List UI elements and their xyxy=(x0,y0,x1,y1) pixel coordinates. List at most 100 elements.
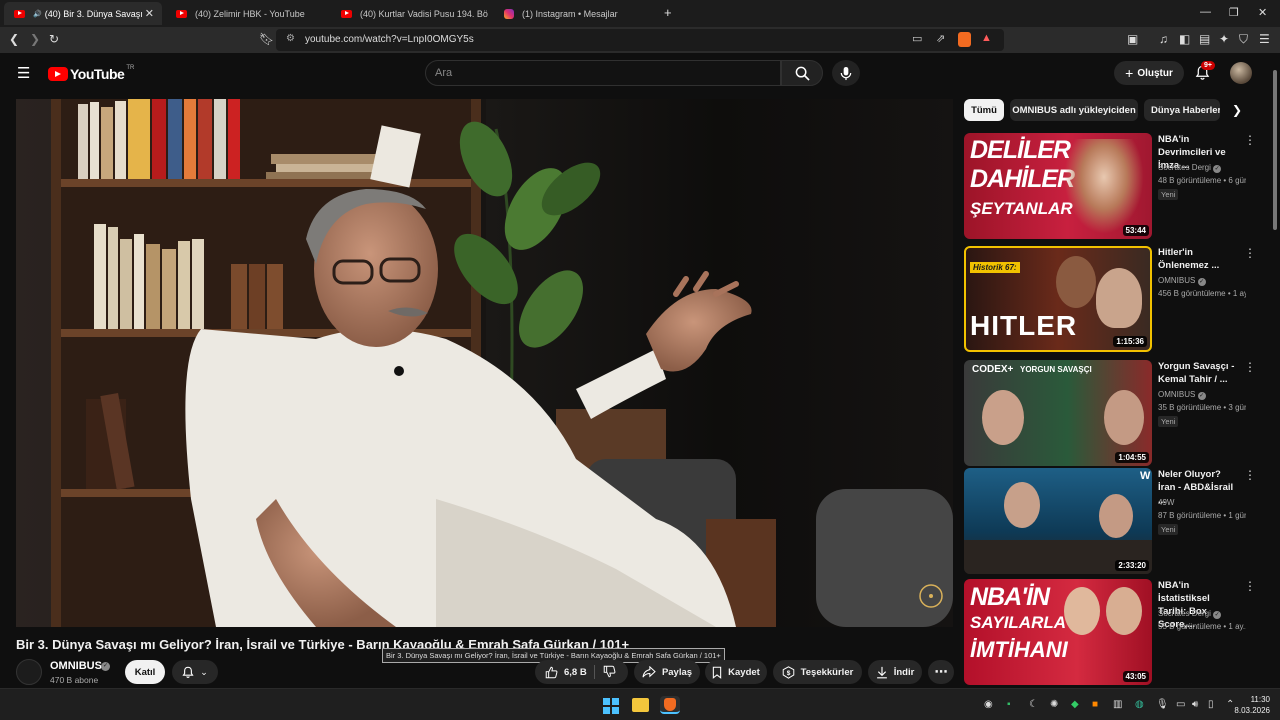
thanks-button[interactable]: $ Teşekkürler xyxy=(773,660,862,684)
youtube-favicon-icon xyxy=(341,9,352,18)
more-vertical-icon[interactable]: ⋮ xyxy=(1244,361,1256,373)
new-badge: Yeni xyxy=(1158,524,1179,535)
menu-icon[interactable]: ☰ xyxy=(1259,32,1270,46)
dislike-button[interactable] xyxy=(603,665,616,681)
forward-icon[interactable]: ❯ xyxy=(30,32,40,46)
tray-sync-icon[interactable]: ☾ xyxy=(1029,699,1038,710)
clock-date: 8.03.2026 xyxy=(1234,706,1270,715)
join-button[interactable]: Katıl xyxy=(125,660,165,684)
back-icon[interactable]: ❮ xyxy=(9,32,19,46)
recommendation-item[interactable]: DELİLER DAHİLER ŞEYTANLAR 53:44 NBA'in D… xyxy=(964,133,1256,239)
tab-close-icon[interactable]: ✕ xyxy=(145,7,154,20)
chip-from-uploader[interactable]: OMNIBUS adlı yükleyiciden xyxy=(1010,99,1138,121)
brave-rewards-icon[interactable]: ▲ xyxy=(981,32,992,44)
chip-all[interactable]: Tümü xyxy=(964,99,1004,121)
video-title[interactable]: Hitler'in Önlenemez ... xyxy=(1158,246,1236,272)
video-thumbnail[interactable]: CODEX+ YORGUN SAVAŞÇI 1:04:55 xyxy=(964,360,1152,466)
channel-name: Socrates Dergi ✓ xyxy=(1158,609,1222,619)
channel-logo-icon: W xyxy=(1140,470,1151,482)
youtube-header: ☰ YouTube TR + Oluştur 9+ xyxy=(0,53,1280,93)
tab-instagram[interactable]: (1) Instagram • Mesajlar xyxy=(494,2,656,25)
minimize-icon[interactable]: — xyxy=(1200,6,1211,18)
chevron-right-icon[interactable]: ❯ xyxy=(1232,103,1242,117)
account-avatar[interactable] xyxy=(1230,62,1252,84)
search-input[interactable] xyxy=(426,61,766,85)
new-tab-button[interactable]: + xyxy=(664,5,672,20)
site-info-icon[interactable]: ⚙︎ xyxy=(286,33,295,44)
video-title[interactable]: Yorgun Savaşçı - Kemal Tahir / ... xyxy=(1158,360,1236,386)
share-button[interactable]: Paylaş xyxy=(634,660,700,684)
video-thumbnail[interactable]: Historik 67: HITLER 1:15:36 xyxy=(964,246,1152,352)
more-vertical-icon[interactable]: ⋮ xyxy=(1244,247,1256,259)
window-close-icon[interactable]: ✕ xyxy=(1258,6,1267,19)
bell-icon xyxy=(182,666,194,678)
voice-search-button[interactable] xyxy=(832,60,860,86)
volume-icon[interactable]: 🔊︎ xyxy=(1192,699,1198,710)
tray-mic-icon[interactable]: 🎙︎ xyxy=(1156,699,1169,710)
wallet-icon[interactable]: ▤ xyxy=(1199,32,1210,46)
share-page-icon[interactable]: ⇗ xyxy=(936,32,945,45)
more-vertical-icon[interactable]: ⋮ xyxy=(1244,134,1256,146)
download-label: İndir xyxy=(893,666,915,678)
windows-start-icon[interactable] xyxy=(603,698,619,714)
save-button[interactable]: Kaydet xyxy=(705,660,767,684)
leo-ai-icon[interactable]: ✦ xyxy=(1219,32,1229,46)
create-button[interactable]: + Oluştur xyxy=(1114,61,1184,85)
thumbs-up-icon xyxy=(545,666,558,678)
scrollbar-thumb[interactable] xyxy=(1273,70,1277,230)
chip-world-news[interactable]: Dünya Haberleri xyxy=(1144,99,1220,121)
tray-globe-icon[interactable]: ◍ xyxy=(1135,699,1144,710)
video-player[interactable] xyxy=(16,99,953,627)
tray-update-icon[interactable]: ■ xyxy=(1092,699,1098,710)
channel-avatar[interactable] xyxy=(16,659,42,685)
brave-shields-icon[interactable] xyxy=(958,32,971,47)
more-actions-button[interactable]: ⋯ xyxy=(928,660,954,684)
video-thumbnail[interactable]: NBA'İN SAYILARLA İMTİHANI 43:05 xyxy=(964,579,1152,685)
recommendation-item[interactable]: Historik 67: HITLER 1:15:36 Hitler'in Ön… xyxy=(964,246,1256,352)
more-vertical-icon[interactable]: ⋮ xyxy=(1244,469,1256,481)
tray-lock-icon[interactable]: ▥ xyxy=(1113,699,1122,710)
tray-gear-icon[interactable]: ✺ xyxy=(1050,699,1058,710)
tray-security-icon[interactable]: ◆ xyxy=(1071,699,1079,710)
restore-icon[interactable]: ❐ xyxy=(1229,6,1239,19)
media-icon[interactable]: ♫ xyxy=(1159,32,1168,46)
subscription-bell-button[interactable]: ⌄ xyxy=(172,660,218,684)
bookmark-icon[interactable]: 🔖︎ xyxy=(259,32,274,46)
channel-name[interactable]: OMNIBUS xyxy=(50,660,102,672)
subscriber-count: 470 B abone xyxy=(50,675,99,685)
video-thumbnail[interactable]: 2:33:20 xyxy=(964,468,1152,574)
recommendation-item[interactable]: CODEX+ YORGUN SAVAŞÇI 1:04:55 Yorgun Sav… xyxy=(964,360,1256,466)
tab-active-video[interactable]: 🔊 (40) Bir 3. Dünya Savaşı mı Ge ✕ xyxy=(4,2,162,25)
reload-icon[interactable]: ↻ xyxy=(49,32,59,46)
youtube-play-icon xyxy=(48,67,68,81)
youtube-favicon-icon xyxy=(176,9,187,18)
file-explorer-icon[interactable] xyxy=(632,698,649,712)
reader-mode-icon[interactable]: ▣ xyxy=(1127,32,1138,46)
like-button[interactable]: 6,8 B xyxy=(545,666,587,679)
search-button[interactable] xyxy=(781,60,823,86)
duration-badge: 1:15:36 xyxy=(1113,336,1147,347)
vpn-shield-icon[interactable]: ⛉ xyxy=(1239,32,1248,46)
search-box[interactable] xyxy=(425,60,781,86)
chevron-up-icon[interactable]: ⌃ xyxy=(1226,699,1234,710)
sidebar-icon[interactable]: ◧ xyxy=(1179,32,1190,46)
youtube-logo[interactable]: YouTube TR xyxy=(48,65,134,82)
hamburger-menu-icon[interactable]: ☰ xyxy=(17,64,30,82)
network-icon[interactable]: ▭ xyxy=(1176,699,1185,710)
cast-icon[interactable]: ▭ xyxy=(912,32,922,45)
brave-taskbar-button[interactable] xyxy=(660,696,680,714)
tray-nvidia-icon[interactable]: ▪ xyxy=(1007,699,1011,710)
recommendation-item[interactable]: 2:33:20 W Neler Oluyor? İran - ABD&İsrai… xyxy=(964,468,1256,574)
recommendation-item[interactable]: NBA'İN SAYILARLA İMTİHANI 43:05 NBA'in İ… xyxy=(964,579,1256,685)
host-illustration xyxy=(1096,268,1142,328)
tab-zelimir[interactable]: (40) Zelimir HBK - YouTube xyxy=(166,2,328,25)
address-bar[interactable]: ⚙︎ youtube.com/watch?v=LnpI0OMGY5s ▭ ⇗ ▲ xyxy=(276,29,1004,51)
taskbar-clock[interactable]: 11:30 8.03.2026 xyxy=(1234,694,1270,716)
battery-icon[interactable]: ▯ xyxy=(1208,699,1214,710)
channel-name: OMNIBUS ✓ xyxy=(1158,390,1206,400)
video-thumbnail[interactable]: DELİLER DAHİLER ŞEYTANLAR 53:44 xyxy=(964,133,1152,239)
tab-kurtlar-vadisi[interactable]: (40) Kurtlar Vadisi Pusu 194. Bölüm xyxy=(331,2,493,25)
more-vertical-icon[interactable]: ⋮ xyxy=(1244,580,1256,592)
tray-app-icon[interactable]: ◉ xyxy=(984,699,993,710)
download-button[interactable]: İndir xyxy=(868,660,922,684)
